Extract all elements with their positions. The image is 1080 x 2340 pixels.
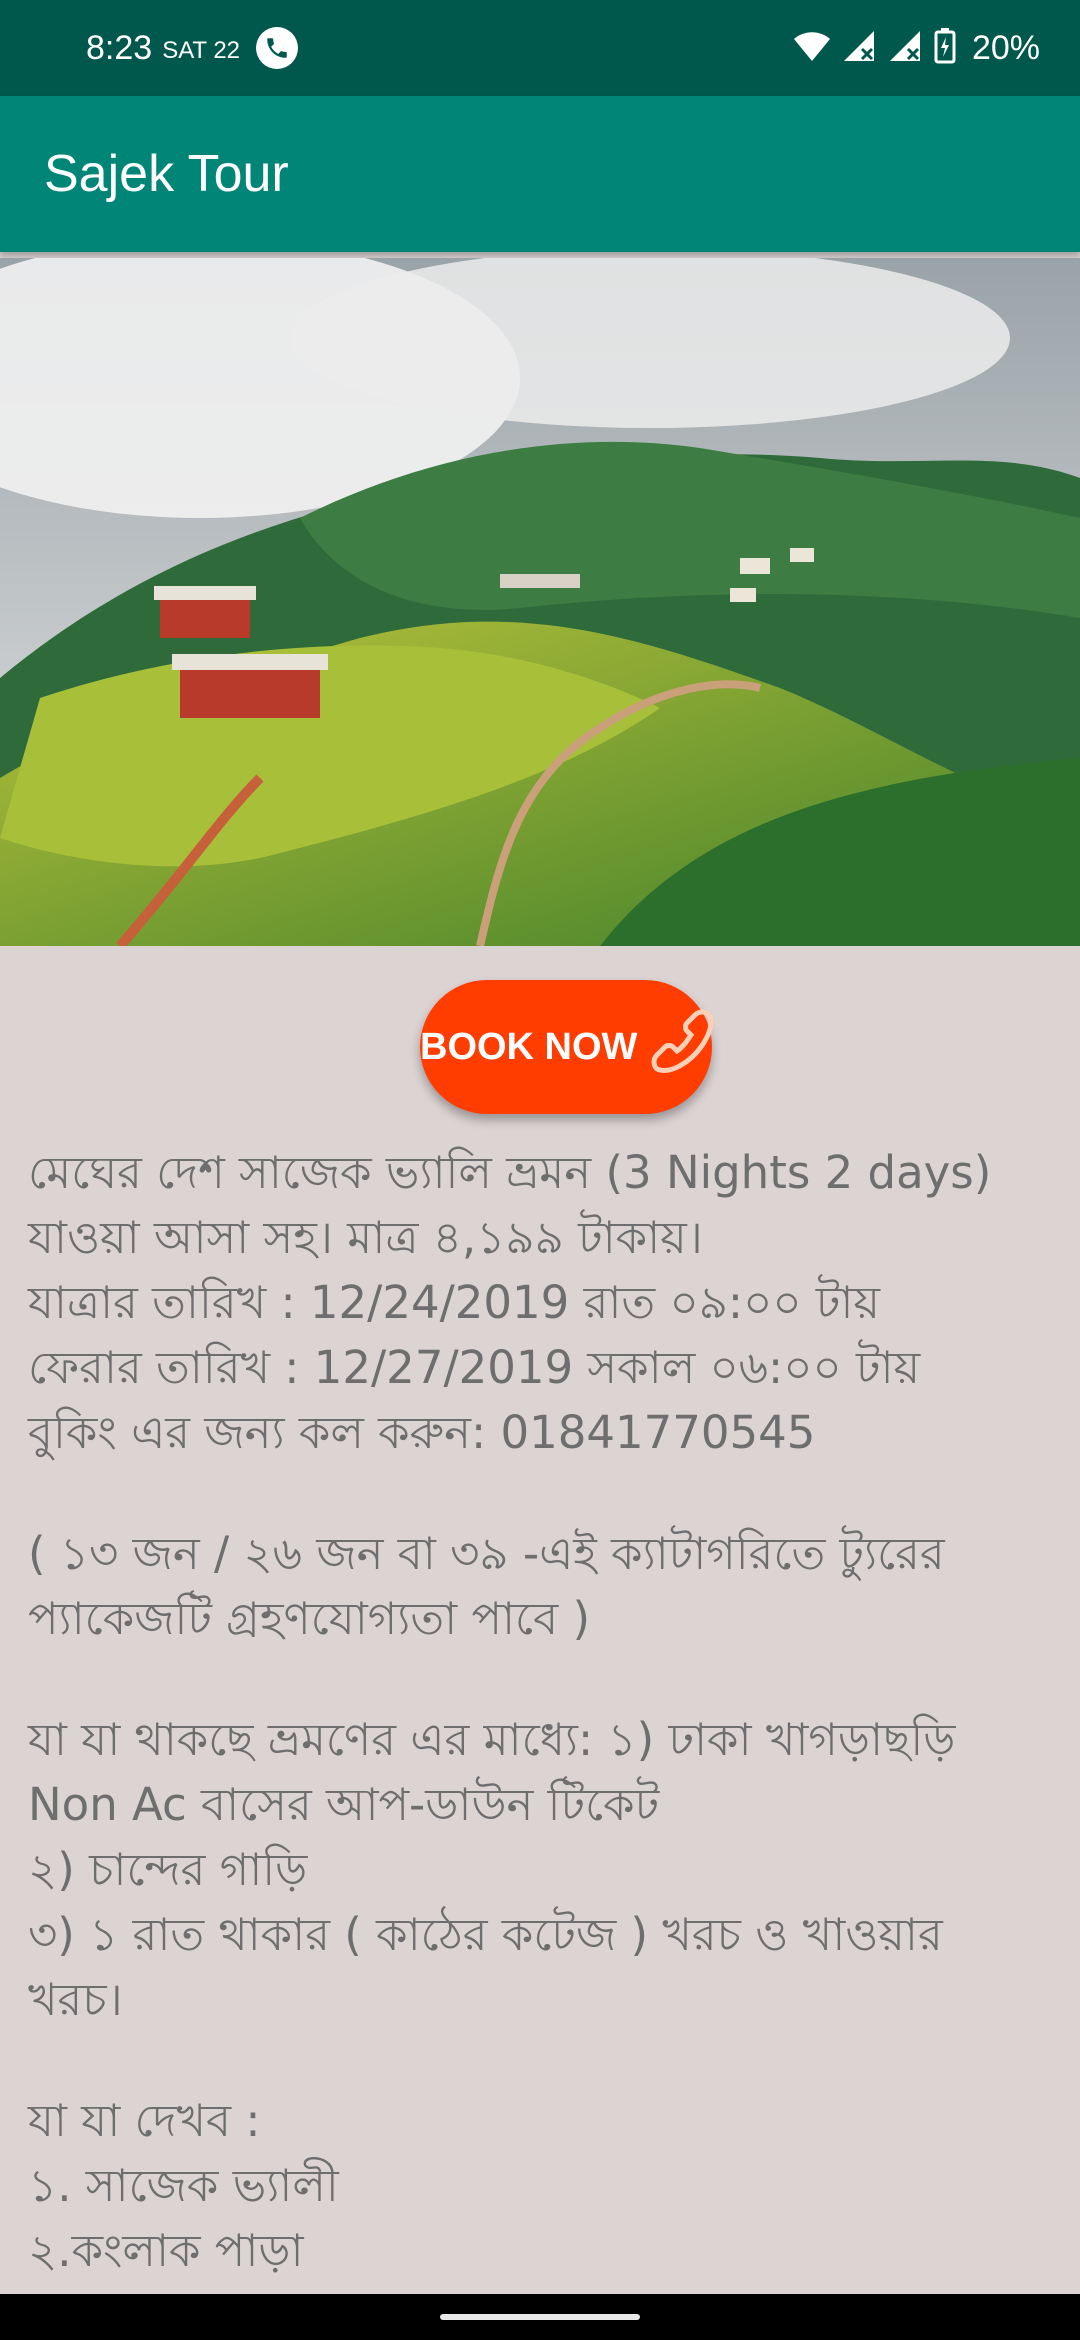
- sights-heading: যা যা দেখব :: [28, 2094, 261, 2147]
- book-now-button[interactable]: BOOK NOW: [420, 980, 715, 1114]
- description-line: যাওয়া আসা সহ। মাত্র ৪,১৯৯ টাকায়।: [28, 1211, 703, 1264]
- home-gesture-handle[interactable]: [440, 2314, 640, 2320]
- description-line: মেঘের দেশ সাজেক ভ্যালি ভ্রমন (3 Nights 2…: [28, 1146, 992, 1199]
- sight-item: ২.কংলাক পাড়া: [28, 2224, 304, 2277]
- wifi-icon: [792, 29, 832, 67]
- phone-handset-icon: [643, 1009, 715, 1085]
- booking-phone: বুকিং এর জন্য কল করুন: 01841770545: [28, 1406, 816, 1459]
- phone-call-icon: [256, 27, 299, 69]
- category-note: প্যাকেজটি গ্রহণযোগ্যতা পাবে ): [28, 1592, 591, 1645]
- hero-image: [0, 258, 1080, 946]
- navigation-bar: [0, 2294, 1080, 2340]
- hillside-landscape-image: [0, 258, 1080, 946]
- sight-item: ১. সাজেক ভ্যালী: [28, 2159, 339, 2212]
- status-bar: 8:23 SAT 22 20%: [0, 0, 1080, 96]
- signal-icon: [888, 29, 924, 67]
- departure-date: যাত্রার তারিখ : 12/24/2019 রাত ০৯:০০ টায…: [28, 1276, 880, 1329]
- included-item: খরচ।: [28, 1973, 123, 2026]
- included-item: Non Ac বাসের আপ-ডাউন টিকেট: [28, 1778, 660, 1831]
- app-title: Sajek Tour: [44, 145, 289, 203]
- status-date: SAT 22: [162, 37, 241, 64]
- signal-icon: [842, 29, 878, 67]
- book-now-label: BOOK NOW: [420, 1025, 638, 1068]
- category-note: ( ১৩ জন / ২৬ জন বা ৩৯ -এই ক্যাটাগরিতে ট্…: [28, 1527, 945, 1580]
- app-bar: Sajek Tour: [0, 96, 1080, 252]
- status-icons: 20%: [792, 28, 1040, 68]
- battery-percent: 20%: [971, 28, 1040, 67]
- status-time: 8:23: [86, 28, 153, 67]
- return-date: ফেরার তারিখ : 12/27/2019 সকাল ০৬:০০ টায়: [28, 1341, 921, 1394]
- battery-charging-icon: [934, 28, 956, 68]
- included-item: ৩) ১ রাত থাকার ( কাঠের কটেজ ) খরচ ও খাওয…: [28, 1908, 943, 1961]
- tour-description: মেঘের দেশ সাজেক ভ্যালি ভ্রমন (3 Nights 2…: [28, 1140, 1058, 2283]
- included-item: ২) চান্দের গাড়ি: [28, 1843, 308, 1896]
- included-item: যা যা থাকছে ভ্রমণের এর মাধ্যে: ১) ঢাকা খ…: [28, 1713, 956, 1766]
